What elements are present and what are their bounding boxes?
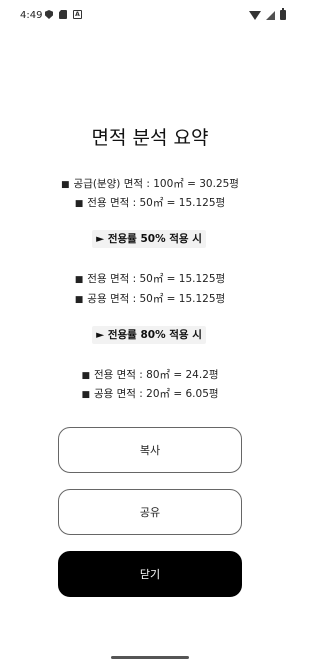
- home-indicator[interactable]: [111, 656, 189, 659]
- bullet-icon: ■: [81, 390, 90, 400]
- shield-icon: [45, 10, 53, 19]
- copy-button[interactable]: 복사: [58, 427, 242, 473]
- signal-icon: [266, 10, 275, 20]
- bullet-icon: ■: [74, 275, 84, 285]
- bullet-icon: ■: [61, 180, 70, 190]
- sd-card-icon: [59, 10, 67, 19]
- status-icons-right: [249, 8, 286, 20]
- scenario-label-80: ► 전용률 80% 적용 시: [92, 326, 206, 344]
- summary-line-supply-area: ■ 공급(분양) 면적 : 100㎡ = 30.25평: [0, 176, 300, 191]
- summary-line-text: 공용 면적 : 50㎡ = 15.125평: [87, 293, 226, 305]
- a-icon: A: [73, 10, 82, 19]
- status-time: 4:49: [20, 10, 43, 21]
- scenario-80-exclusive-line: ■ 전용 면적 : 80㎡ = 24.2평: [0, 367, 300, 382]
- page-title: 면적 분석 요약: [91, 127, 209, 149]
- scenario-50-common-line: ■ 공용 면적 : 50㎡ = 15.125평: [0, 291, 300, 306]
- battery-icon: [280, 8, 286, 20]
- bullet-icon: ■: [81, 371, 90, 381]
- share-button[interactable]: 공유: [58, 489, 242, 535]
- bullet-icon: ■: [74, 199, 84, 209]
- summary-line-text: 공용 면적 : 20㎡ = 6.05평: [93, 388, 219, 400]
- status-icons-left: A: [45, 10, 82, 19]
- bullet-icon: ■: [74, 295, 84, 305]
- summary-line-exclusive-area: ■ 전용 면적 : 50㎡ = 15.125평: [0, 195, 300, 210]
- wifi-icon: [249, 10, 261, 20]
- summary-line-text: 전용 면적 : 80㎡ = 24.2평: [93, 369, 219, 381]
- close-button[interactable]: 닫기: [58, 551, 242, 597]
- scenario-label-50: ► 전용률 50% 적용 시: [92, 230, 206, 248]
- scenario-50-exclusive-line: ■ 전용 면적 : 50㎡ = 15.125평: [0, 271, 300, 286]
- summary-line-text: 전용 면적 : 50㎡ = 15.125평: [87, 273, 226, 285]
- status-bar: 4:49 A: [0, 0, 300, 34]
- summary-line-text: 공급(분양) 면적 : 100㎡ = 30.25평: [73, 178, 239, 190]
- summary-line-text: 전용 면적 : 50㎡ = 15.125평: [87, 197, 226, 209]
- scenario-80-common-line: ■ 공용 면적 : 20㎡ = 6.05평: [0, 386, 300, 401]
